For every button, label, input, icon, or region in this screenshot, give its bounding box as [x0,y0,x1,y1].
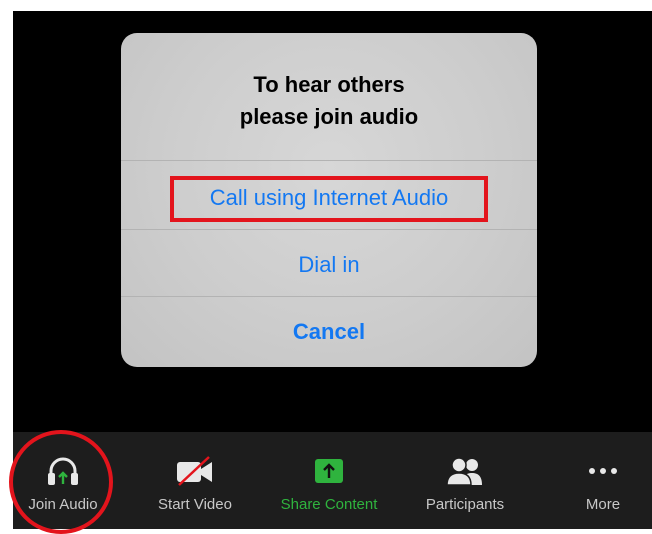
start-video-button[interactable]: Start Video [135,432,255,529]
cancel-button[interactable]: Cancel [121,317,537,347]
separator [121,296,537,297]
start-video-label: Start Video [158,496,232,513]
separator [121,229,537,230]
dial-in-button[interactable]: Dial in [121,250,537,280]
join-audio-dialog: To hear others please join audio Call us… [121,33,537,367]
dialog-title: To hear others please join audio [121,69,537,133]
participants-icon [445,454,485,488]
share-content-label: Share Content [280,496,378,513]
video-off-icon [173,454,217,488]
share-content-button[interactable]: Share Content [269,432,389,529]
more-button[interactable]: More [543,432,652,529]
dialog-title-line-2: please join audio [239,104,419,129]
annotation-highlight-rectangle [170,176,488,222]
participants-button[interactable]: Participants [405,432,525,529]
dialog-title-line-1: To hear others [253,72,405,97]
annotation-highlight-circle [9,430,113,534]
share-up-arrow-icon [311,454,347,488]
separator [121,160,537,161]
participants-label: Participants [425,496,505,513]
meeting-screen: To hear others please join audio Call us… [13,11,652,529]
more-label: More [585,496,621,513]
more-dots-icon [583,454,623,488]
